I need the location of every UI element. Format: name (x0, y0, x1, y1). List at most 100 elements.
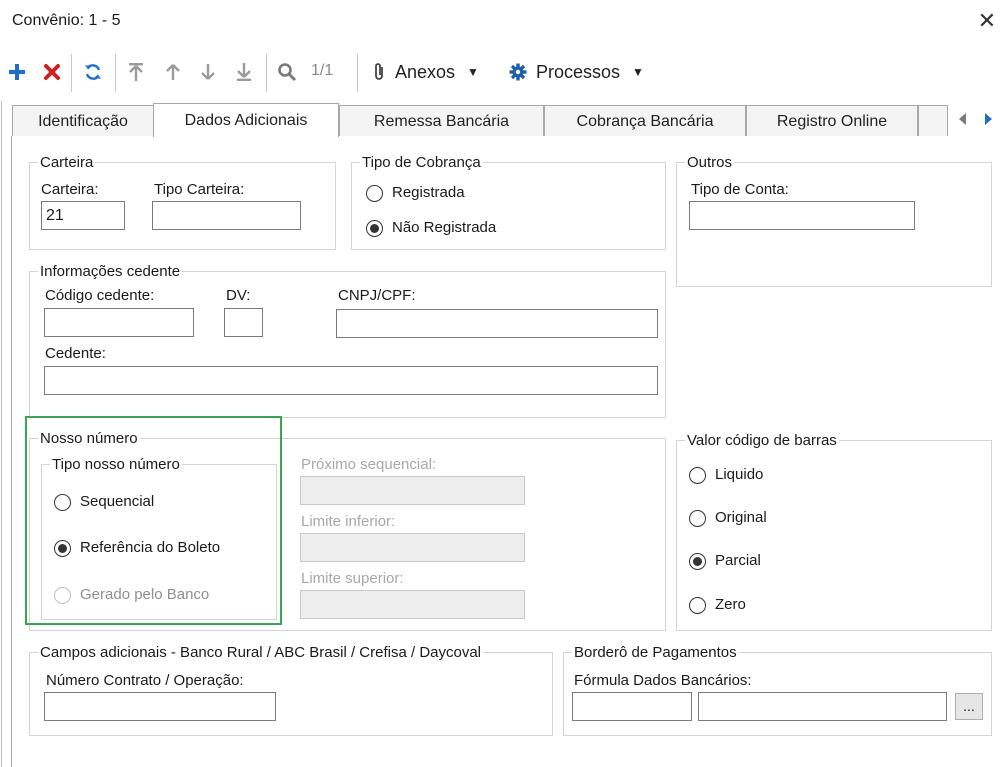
proximo-sequencial-label: Próximo sequencial: (301, 456, 437, 473)
cedente-label: Cedente: (45, 345, 106, 362)
toolbar-separator (357, 54, 358, 92)
gerado-banco-label: Gerado pelo Banco (80, 586, 210, 603)
carteira-label: Carteira: (41, 181, 99, 198)
parcial-label: Parcial (715, 552, 761, 569)
tab-identificacao[interactable]: Identificação (12, 105, 154, 137)
close-icon[interactable]: ✕ (976, 9, 998, 33)
previous-record-button[interactable] (161, 58, 185, 86)
add-button[interactable] (5, 58, 29, 86)
dv-label: DV: (226, 287, 251, 304)
limite-superior-label: Limite superior: (301, 570, 404, 587)
first-arrow-icon (129, 63, 143, 81)
formula-dados-bancarios-label: Fórmula Dados Bancários: (574, 672, 752, 689)
outros-legend: Outros (687, 154, 733, 171)
dv-input[interactable] (224, 308, 263, 337)
cedente-input[interactable] (44, 366, 658, 395)
carteira-legend: Carteira (40, 154, 94, 171)
bordero-pagamentos-group: Borderô de Pagamentos (563, 644, 992, 736)
tab-remessa-bancaria[interactable]: Remessa Bancária (339, 105, 544, 137)
last-record-button[interactable] (232, 58, 256, 86)
window-title: Convênio: 1 - 5 (12, 12, 121, 29)
nosso-numero-legend: Nosso número (40, 430, 138, 447)
nao-registrada-label: Não Registrada (392, 219, 497, 236)
sequencial-label: Sequencial (80, 493, 155, 510)
anexos-label: Anexos (395, 61, 456, 82)
tab-cobranca-bancaria[interactable]: Cobrança Bancária (544, 105, 746, 137)
toolbar-separator (115, 54, 116, 92)
registrada-label: Registrada (392, 184, 465, 201)
sequencial-radio[interactable] (54, 494, 71, 511)
toolbar-separator (71, 54, 72, 92)
cnpj-cpf-label: CNPJ/CPF: (338, 287, 416, 304)
record-counter: 1/1 (311, 62, 334, 79)
codigo-cedente-label: Código cedente: (45, 287, 155, 304)
zero-radio[interactable] (689, 597, 706, 614)
chevron-down-icon: ▼ (632, 65, 644, 79)
tipo-carteira-label: Tipo Carteira: (154, 181, 245, 198)
refresh-icon (85, 64, 101, 80)
browse-button[interactable]: ... (955, 693, 983, 720)
tipo-cobranca-legend: Tipo de Cobrança (362, 154, 481, 171)
original-radio[interactable] (689, 510, 706, 527)
campos-adicionais-group: Campos adicionais - Banco Rural / ABC Br… (29, 644, 553, 736)
tab-registro-online[interactable]: Registro Online (746, 105, 918, 137)
title-bar (0, 0, 1004, 46)
processos-label: Processos (536, 61, 621, 82)
liquido-radio[interactable] (689, 467, 706, 484)
tipo-conta-label: Tipo de Conta: (691, 181, 789, 198)
delete-button[interactable] (40, 58, 64, 86)
codigo-cedente-input[interactable] (44, 308, 194, 337)
search-icon (278, 63, 297, 82)
original-label: Original (715, 509, 767, 526)
paperclip-icon (375, 63, 383, 80)
referencia-boleto-label: Referência do Boleto (80, 539, 221, 556)
tipo-carteira-input[interactable] (152, 201, 301, 230)
tab-overflow (918, 105, 948, 137)
tab-scroll-right-button[interactable] (978, 109, 998, 129)
next-record-button[interactable] (196, 58, 220, 86)
numero-contrato-input[interactable] (44, 692, 276, 721)
limite-inferior-label: Limite inferior: (301, 513, 396, 530)
active-tab-gap (154, 135, 338, 138)
tipo-nosso-numero-legend: Tipo nosso número (52, 456, 180, 473)
limite-inferior-input[interactable] (300, 533, 525, 562)
limite-superior-input[interactable] (300, 590, 525, 619)
gerado-banco-radio[interactable] (54, 587, 71, 604)
formula-code-input[interactable] (572, 692, 692, 721)
refresh-button[interactable] (80, 58, 106, 86)
last-arrow-icon (237, 63, 251, 81)
referencia-boleto-radio[interactable] (54, 540, 71, 557)
proximo-sequencial-input[interactable] (300, 476, 525, 505)
carteira-input[interactable]: 21 (41, 201, 125, 230)
bordero-pagamentos-legend: Borderô de Pagamentos (574, 644, 737, 661)
delete-x-icon (44, 64, 60, 80)
arrow-up-icon (166, 64, 180, 80)
numero-contrato-label: Número Contrato / Operação: (46, 672, 244, 689)
gear-icon (509, 63, 527, 81)
arrow-right-icon (985, 113, 992, 125)
formula-description-input[interactable] (698, 692, 947, 721)
liquido-label: Liquido (715, 466, 764, 483)
valor-codigo-barras-legend: Valor código de barras (687, 432, 837, 449)
processos-menu-button[interactable]: Processos ▼ (508, 58, 654, 86)
zero-label: Zero (715, 596, 746, 613)
campos-adicionais-legend: Campos adicionais - Banco Rural / ABC Br… (40, 644, 482, 661)
tab-dados-adicionais[interactable]: Dados Adicionais (153, 103, 339, 137)
tab-scroll-controls (950, 105, 1004, 133)
arrow-left-icon (959, 113, 966, 125)
arrow-down-icon (201, 64, 215, 80)
tab-scroll-left-button[interactable] (953, 109, 973, 129)
nao-registrada-radio[interactable] (366, 220, 383, 237)
plus-icon (9, 64, 25, 80)
search-button[interactable] (274, 58, 300, 86)
anexos-menu-button[interactable]: Anexos ▼ (372, 58, 496, 86)
first-record-button[interactable] (124, 58, 148, 86)
parcial-radio[interactable] (689, 553, 706, 570)
tipo-conta-input[interactable] (689, 201, 915, 230)
toolbar (0, 46, 1004, 98)
toolbar-separator (266, 54, 267, 92)
chevron-down-icon: ▼ (467, 65, 479, 79)
registrada-radio[interactable] (366, 185, 383, 202)
cnpj-cpf-input[interactable] (336, 309, 658, 338)
informacoes-cedente-legend: Informações cedente (40, 263, 181, 280)
